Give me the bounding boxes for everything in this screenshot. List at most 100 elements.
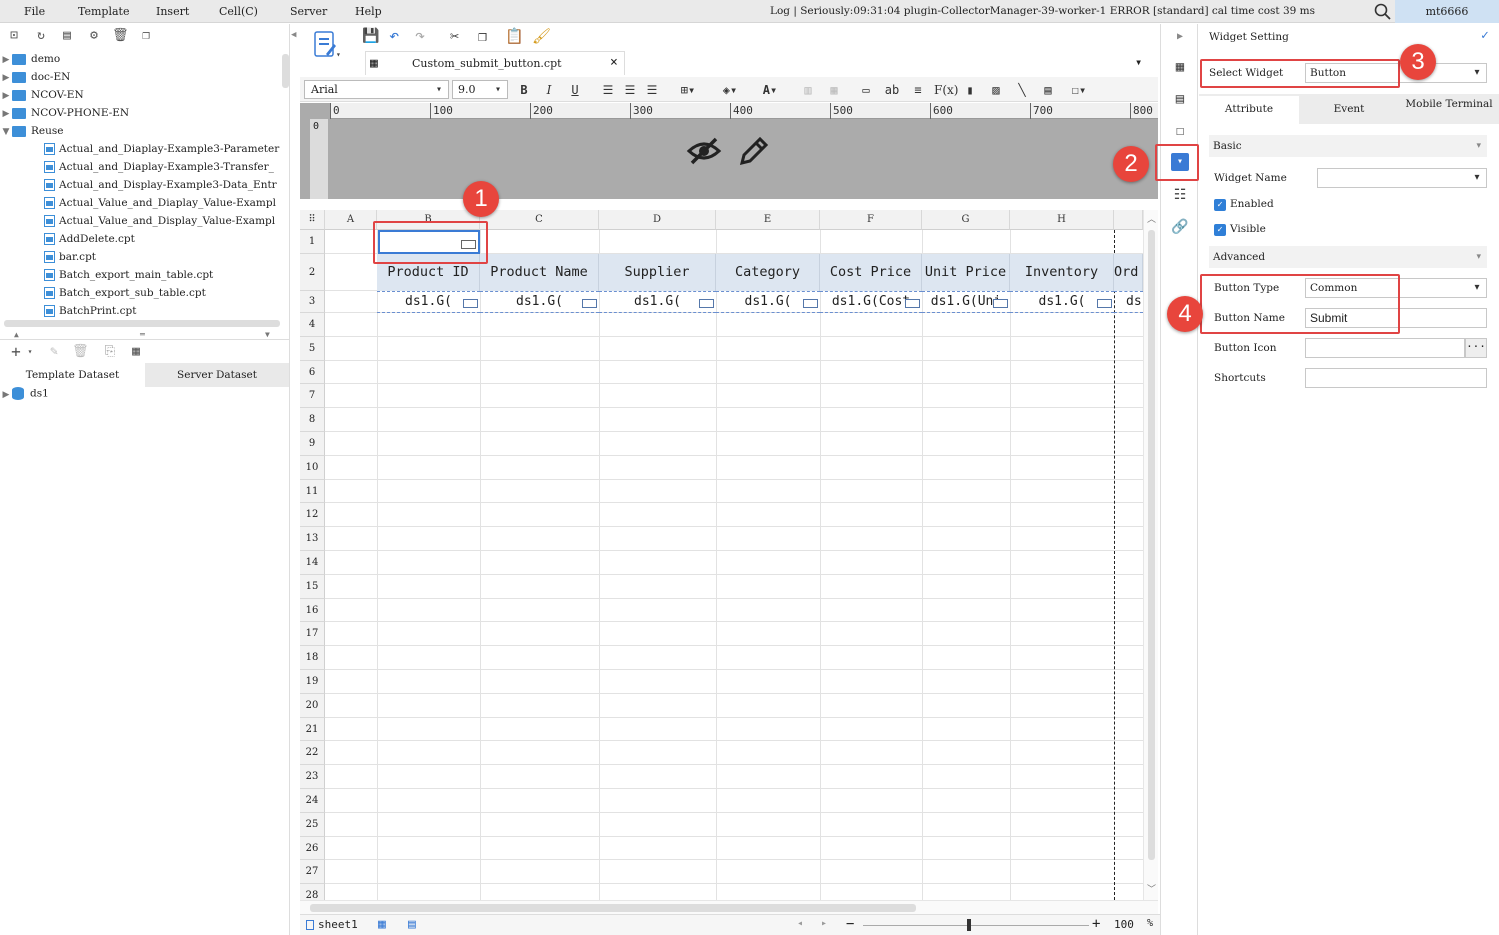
data-cell[interactable]: ds1.G( [377,291,480,313]
chevron-down-icon[interactable]: ﹀ [1147,882,1156,895]
widget-name-input[interactable]: ▾ [1317,168,1487,188]
row-header[interactable]: 19 [300,670,325,694]
font-family-select[interactable]: Arial ▾ [304,80,449,99]
wrap-text-icon[interactable]: ≡ [910,81,926,99]
chevron-right-icon[interactable]: ▶ [1171,28,1189,46]
row-header[interactable]: 10 [300,455,325,480]
row-header[interactable]: 12 [300,503,325,528]
tree-file[interactable]: bar.cpt [0,251,282,269]
tree-folder-demo[interactable]: ▶ demo [0,53,282,71]
chevron-up-icon[interactable]: ︿ [1147,212,1156,225]
image-icon[interactable]: ▨ [988,81,1004,99]
delete-icon[interactable]: 🗑 [112,28,129,44]
dataset-settings-icon[interactable]: ▦ [128,344,144,360]
eye-slash-icon[interactable] [686,133,722,169]
scroll-thumb[interactable] [310,904,916,912]
chevron-down-icon[interactable]: ▼ [0,127,12,137]
header-cell[interactable]: Supplier [599,254,716,291]
data-cell[interactable]: ds1.G(Cost [820,291,922,313]
edit-icon[interactable]: ✎ [46,344,62,360]
chart-icon[interactable]: ▮ [962,81,978,99]
bold-icon[interactable]: B [517,81,531,99]
zoom-out-button[interactable]: − [846,916,854,932]
tree-folder-doc-en[interactable]: ▶ doc-EN [0,71,282,89]
data-cell[interactable]: ds1.G(Uni [922,291,1010,313]
col-header[interactable]: H [1010,210,1114,230]
row-header[interactable]: 15 [300,574,325,599]
tab-server-dataset[interactable]: Server Dataset [145,363,289,387]
chevron-right-icon[interactable]: ▶ [0,109,12,119]
underline-icon[interactable]: U [568,81,582,99]
zoom-in-button[interactable]: + [1092,916,1100,932]
check-icon[interactable]: ✓ [1481,28,1489,43]
data-cell[interactable]: ds1.G( [1010,291,1114,313]
sheet-tab[interactable]: sheet1 [306,918,358,931]
settings-icon[interactable]: ⚙ [86,28,102,44]
dataset-item-ds1[interactable]: ▶ ds1 [0,387,282,405]
row-header[interactable]: 20 [300,693,325,718]
doc-tab[interactable]: ▦ Custom_submit_button.cpt × [365,51,625,75]
search-icon[interactable] [1374,3,1392,21]
header-cell[interactable]: Category [716,254,820,291]
menu-help[interactable]: Help [355,5,382,18]
save-icon[interactable]: 💾 [362,28,379,44]
chevron-right-icon[interactable]: ▶ [0,91,12,101]
row-header[interactable]: 7 [300,384,325,409]
tree-file[interactable]: Batch_export_sub_table.cpt [0,287,282,305]
tree-file[interactable]: Batch_export_main_table.cpt [0,269,282,287]
chevron-down-icon[interactable]: ▾ [336,50,341,59]
menu-cell[interactable]: Cell(C) [219,5,258,18]
header-cell[interactable]: Ord [1114,254,1143,291]
data-cell[interactable]: ds [1114,291,1143,313]
tree-scrollbar[interactable] [282,54,289,88]
header-cell[interactable]: Cost Price [820,254,922,291]
close-icon[interactable]: × [610,55,618,70]
float-element-icon[interactable]: ☐ [1171,122,1189,140]
user-account[interactable]: mt6666 [1395,0,1499,23]
tab-event[interactable]: Event [1299,96,1399,126]
header-cell[interactable]: Unit Price [922,254,1010,291]
hyperlink-icon[interactable]: 🔗 [1171,218,1189,236]
button-icon-input[interactable] [1305,338,1465,358]
splitter[interactable]: ▲ ═ ▼ [0,330,289,340]
enabled-checkbox[interactable]: ✓ [1214,199,1226,211]
spreadsheet-grid[interactable]: ⠿ A B C D E F G H 1 2 3 4 5 6 7 8 9 10 11 12 13 14 15 1… [300,210,1143,900]
row-header[interactable]: 27 [300,860,325,885]
zoom-value[interactable]: 100 [1114,918,1134,931]
row-header[interactable]: 11 [300,479,325,504]
row-header[interactable]: 21 [300,717,325,742]
data-cell[interactable]: ds1.G( [599,291,716,313]
shortcuts-input[interactable] [1305,368,1487,388]
row-header[interactable]: 4 [300,313,325,337]
formula-icon[interactable]: F(x) [934,81,958,99]
fill-color-icon[interactable]: ◈▾ [715,81,745,99]
copy-icon[interactable]: ❐ [138,28,154,44]
tree-file[interactable]: AddDelete.cpt [0,233,282,251]
preview-icon[interactable]: ⎘ [102,344,118,360]
tree-folder-reuse[interactable]: ▼ Reuse [0,125,282,143]
merge-icon[interactable]: ▥ [800,81,816,99]
row-header[interactable]: 17 [300,622,325,647]
align-center-icon[interactable]: ☰ [622,81,638,99]
add-form-sheet-icon[interactable]: ▤ [408,917,416,932]
chevron-right-icon[interactable]: ▶ [0,390,12,400]
header-cell[interactable]: Inventory [1010,254,1114,291]
tree-file[interactable]: Actual_and_Display-Example3-Data_Entr [0,179,282,197]
condition-attribute-icon[interactable]: ☷ [1171,186,1189,204]
menu-file[interactable]: File [24,5,45,18]
col-header[interactable]: A [325,210,377,230]
row-header[interactable]: 2 [300,254,325,291]
widget-edit-icon[interactable] [312,30,338,60]
row-header[interactable]: 3 [300,291,325,313]
chevron-right-icon[interactable]: ▶ [0,73,12,83]
grid-vscrollbar[interactable]: ︿ ﹀ [1143,210,1158,900]
row-header[interactable]: 9 [300,432,325,456]
open-template-icon[interactable]: ▤ [59,28,75,44]
tree-file[interactable]: Actual_Value_and_Display_Value-Exampl [0,215,282,233]
col-header[interactable]: F [820,210,922,230]
row-header[interactable]: 23 [300,765,325,789]
pencil-icon[interactable] [736,133,772,169]
font-color-icon[interactable]: A▾ [755,81,785,99]
cut-icon[interactable]: ✂ [450,27,459,45]
chevron-left-icon[interactable]: ◂ [797,918,803,929]
